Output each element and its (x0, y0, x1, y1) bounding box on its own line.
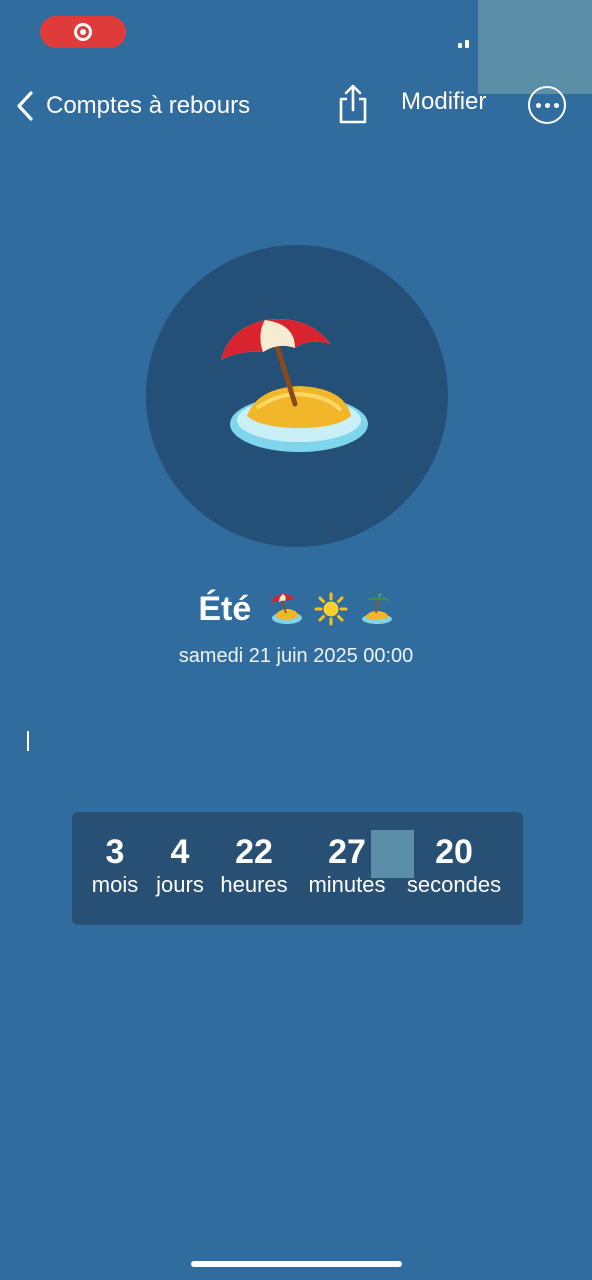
navigation-bar: Comptes à rebours Modifier (0, 78, 592, 134)
sun-icon (314, 592, 348, 626)
back-button[interactable]: Comptes à rebours (12, 82, 250, 130)
home-indicator[interactable] (191, 1261, 402, 1267)
beach-umbrella-icon (270, 594, 302, 624)
countdown-days-label: jours (156, 872, 204, 897)
share-button[interactable] (334, 84, 372, 128)
countdown-months: 3 mois (88, 832, 142, 898)
edit-button[interactable]: Modifier (401, 88, 486, 116)
status-bar (0, 0, 592, 94)
screen-recording-icon (74, 23, 92, 41)
chevron-left-icon (12, 82, 38, 130)
share-icon (337, 84, 369, 129)
countdown-months-value: 3 (105, 833, 125, 871)
desert-island-icon (361, 593, 392, 624)
event-icon-circle (146, 245, 448, 547)
countdown-panel: 3 mois 4 jours 22 heures 27 minutes 20 s… (72, 812, 523, 925)
countdown-hours-label: heures (220, 872, 288, 897)
countdown-seconds-label: secondes (406, 872, 502, 897)
text-cursor (27, 731, 29, 751)
countdown-seconds: 20 secondes (400, 832, 508, 898)
event-date: samedi 21 juin 2025 00:00 (178, 645, 414, 667)
back-button-label: Comptes à rebours (46, 92, 251, 119)
title-emojis (267, 592, 394, 635)
screen-recording-indicator[interactable] (40, 16, 126, 48)
beach-umbrella-icon (221, 319, 368, 452)
cellular-signal-icon (458, 36, 478, 48)
countdown-days-value: 4 (170, 833, 190, 871)
countdown-days: 4 jours (152, 832, 208, 898)
event-title: Été (0, 590, 592, 635)
countdown-hours-value: 22 (235, 833, 273, 871)
countdown-seconds-value: 20 (435, 833, 473, 871)
countdown-months-label: mois (91, 872, 139, 897)
ellipsis-circle-icon (535, 102, 541, 108)
event-title-text: Été (198, 590, 252, 628)
countdown-hours: 22 heures (216, 832, 292, 898)
more-options-button[interactable] (528, 86, 566, 124)
